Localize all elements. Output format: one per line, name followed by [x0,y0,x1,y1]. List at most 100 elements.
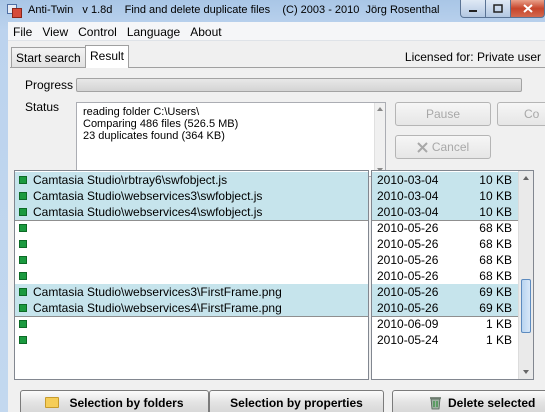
scroll-down-icon[interactable] [523,370,529,374]
table-row[interactable] [15,236,368,252]
table-row[interactable]: 2010-05-26 68 KB [372,236,518,252]
table-row[interactable]: Camtasia Studio\webservices4\swfobject.j… [15,204,368,220]
file-date: 2010-05-26 [377,221,439,235]
title-bar[interactable]: Anti-Twin v 1.8d Find and delete duplica… [0,0,545,22]
table-row[interactable] [15,332,368,348]
selection-checkbox[interactable] [19,176,27,184]
table-row[interactable]: 2010-06-09 1 KB [372,316,518,332]
minimize-button[interactable] [460,0,486,18]
file-size: 1 KB [485,333,512,347]
app-icon [7,4,22,18]
tab-result[interactable]: Result [85,45,130,68]
file-path: Camtasia Studio\webservices4\swfobject.j… [33,205,263,219]
status-scrollbar[interactable] [374,103,385,176]
table-row[interactable]: 2010-05-24 1 KB [372,332,518,348]
table-row[interactable]: Camtasia Studio\webservices3\swfobject.j… [15,188,368,204]
selection-checkbox[interactable] [19,192,27,200]
file-size: 68 KB [479,253,512,267]
window-title: Anti-Twin v 1.8d Find and delete duplica… [28,4,440,16]
tab-bar: Start search Result Licensed for: Privat… [8,45,545,68]
table-row[interactable]: 2010-05-26 69 KB [372,284,518,300]
table-row[interactable]: Camtasia Studio\webservices3\FirstFrame.… [15,284,368,300]
scroll-up-icon[interactable] [377,107,383,111]
minimize-icon [469,9,477,12]
file-path: Camtasia Studio\webservices3\swfobject.j… [33,189,263,203]
continue-button[interactable]: Co [497,102,545,126]
menu-file[interactable]: File [8,22,37,40]
file-date: 2010-05-26 [377,269,439,283]
table-row[interactable]: Camtasia Studio\webservices4\FirstFrame.… [15,300,368,316]
file-size: 68 KB [479,237,512,251]
table-row[interactable] [15,252,368,268]
selection-checkbox[interactable] [19,240,27,248]
result-panel: Progress Status reading folder C:\Users\… [10,67,545,412]
results-path-list[interactable]: Camtasia Studio\rbtray6\swfobject.js Camt… [14,170,369,380]
table-row[interactable] [15,268,368,284]
file-size: 69 KB [479,285,512,299]
file-date: 2010-06-09 [377,317,439,331]
file-date: 2010-05-26 [377,253,439,267]
file-date: 2010-05-26 [377,237,439,251]
selection-checkbox[interactable] [19,304,27,312]
selection-checkbox[interactable] [19,256,27,264]
table-row[interactable] [15,316,368,332]
menu-language[interactable]: Language [122,22,185,40]
cancel-label: Cancel [431,140,470,154]
selection-by-folders-button[interactable]: Selection by folders [20,390,209,412]
table-row[interactable]: 2010-03-04 10 KB [372,172,518,188]
selection-by-folders-label: Selection by folders [69,395,184,410]
selection-checkbox[interactable] [19,336,27,344]
table-row[interactable]: Camtasia Studio\rbtray6\swfobject.js [15,172,368,188]
delete-selected-button[interactable]: Delete selected [392,390,545,412]
file-date: 2010-03-04 [377,205,439,219]
file-date: 2010-05-26 [377,301,439,315]
file-size: 68 KB [479,221,512,235]
status-label: Status [25,100,60,114]
selection-by-properties-label: Selection by properties [230,395,363,410]
maximize-button[interactable] [485,0,511,18]
scroll-thumb[interactable] [521,279,531,333]
file-size: 69 KB [479,301,512,315]
file-path: Camtasia Studio\rbtray6\swfobject.js [33,173,228,187]
file-size: 10 KB [479,189,512,203]
status-line: reading folder C:\Users\ [83,106,200,118]
file-date: 2010-03-04 [377,189,439,203]
folder-icon [45,397,60,408]
close-icon [522,4,533,13]
selection-by-properties-button[interactable]: Selection by properties [209,390,384,412]
file-size: 10 KB [479,205,512,219]
status-textbox[interactable]: reading folder C:\Users\ Comparing 486 f… [76,102,386,177]
selection-checkbox[interactable] [19,272,27,280]
table-row[interactable] [15,220,368,236]
table-row[interactable]: 2010-05-26 68 KB [372,268,518,284]
table-row[interactable]: 2010-05-26 68 KB [372,220,518,236]
table-row[interactable]: 2010-03-04 10 KB [372,188,518,204]
selection-checkbox[interactable] [19,320,27,328]
file-date: 2010-05-26 [377,285,439,299]
status-line: Comparing 486 files (526.5 MB) [83,118,239,130]
table-row[interactable]: 2010-03-04 10 KB [372,204,518,220]
license-text: Licensed for: Private user [404,50,541,64]
table-row[interactable]: 2010-05-26 69 KB [372,300,518,316]
selection-checkbox[interactable] [19,224,27,232]
menu-about[interactable]: About [185,22,226,40]
results-scrollbar[interactable] [518,171,533,379]
selection-checkbox[interactable] [19,288,27,296]
recycle-bin-icon [430,397,441,410]
file-size: 1 KB [485,317,512,331]
close-button[interactable] [510,0,545,18]
results-detail-list[interactable]: 2010-03-04 10 KB 2010-03-04 10 KB 2010-03-04… [371,170,534,380]
file-path: Camtasia Studio\webservices4\FirstFrame.… [33,301,282,315]
table-row[interactable]: 2010-05-26 68 KB [372,252,518,268]
file-size: 68 KB [479,269,512,283]
menu-bar: File View Control Language About [8,22,545,41]
scroll-up-icon[interactable] [523,176,529,180]
pause-button[interactable]: Pause [395,102,491,126]
cancel-button[interactable]: Cancel [395,135,491,159]
tab-start-search[interactable]: Start search [11,47,86,67]
file-date: 2010-05-24 [377,333,439,347]
file-size: 10 KB [479,173,512,187]
menu-view[interactable]: View [37,22,73,40]
selection-checkbox[interactable] [19,208,27,216]
menu-control[interactable]: Control [73,22,122,40]
